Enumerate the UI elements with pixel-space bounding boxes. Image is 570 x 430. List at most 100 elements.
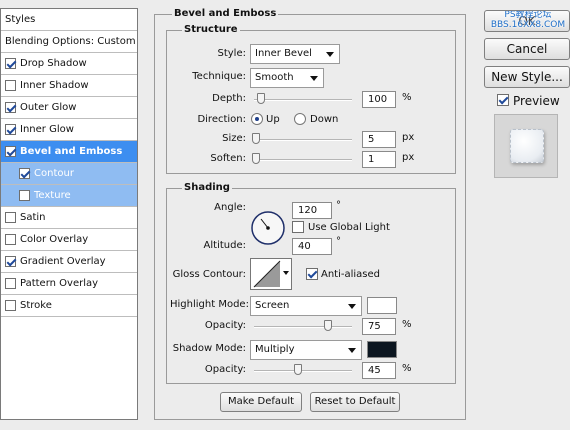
gloss-contour-picker[interactable] xyxy=(250,258,292,290)
highlight-mode-value: Screen xyxy=(255,300,290,311)
styles-item-outer-glow[interactable]: Outer Glow xyxy=(1,97,137,119)
altitude-unit: ° xyxy=(336,236,341,247)
styles-item-stroke-checkbox[interactable] xyxy=(5,300,16,311)
angle-unit: ° xyxy=(336,200,341,211)
soften-slider[interactable] xyxy=(251,153,352,164)
depth-slider[interactable] xyxy=(254,93,352,104)
styles-item-inner-shadow-label: Inner Shadow xyxy=(20,80,89,91)
chevron-down-icon xyxy=(348,304,356,309)
angle-dial[interactable] xyxy=(250,210,286,246)
style-preview-thumbnail xyxy=(494,114,558,178)
styles-item-satin-label: Satin xyxy=(20,212,46,223)
size-slider[interactable] xyxy=(251,133,352,144)
highlight-opacity-unit: % xyxy=(402,319,412,330)
styles-header-label: Styles xyxy=(5,14,36,25)
use-global-light-label: Use Global Light xyxy=(308,222,390,233)
angle-input[interactable]: 120 xyxy=(292,202,332,219)
styles-item-satin-checkbox[interactable] xyxy=(5,212,16,223)
styles-item-color-overlay[interactable]: Color Overlay xyxy=(1,229,137,251)
shadow-opacity-input[interactable]: 45 xyxy=(362,362,396,379)
chevron-down-icon xyxy=(326,52,334,57)
styles-item-texture-checkbox[interactable] xyxy=(19,190,30,201)
styles-item-pattern-overlay-label: Pattern Overlay xyxy=(20,278,99,289)
angle-label: Angle: xyxy=(214,202,246,213)
preview-swatch-shape xyxy=(510,129,544,163)
gloss-contour-label: Gloss Contour: xyxy=(172,269,246,280)
highlight-opacity-label: Opacity: xyxy=(204,320,246,331)
styles-item-outer-glow-label: Outer Glow xyxy=(20,102,77,113)
highlight-opacity-input[interactable]: 75 xyxy=(362,318,396,335)
technique-label: Technique: xyxy=(192,71,246,82)
watermark: PS教程论坛 BBS.16XX8.COM xyxy=(490,10,566,30)
styles-item-inner-glow[interactable]: Inner Glow xyxy=(1,119,137,141)
technique-select-value: Smooth xyxy=(255,72,294,83)
styles-item-contour[interactable]: Contour xyxy=(1,163,137,185)
styles-item-bevel-and-emboss[interactable]: Bevel and Emboss xyxy=(1,141,137,163)
styles-item-pattern-overlay-checkbox[interactable] xyxy=(5,278,16,289)
altitude-input[interactable]: 40 xyxy=(292,238,332,255)
style-label: Style: xyxy=(217,48,247,59)
shadow-opacity-label: Opacity: xyxy=(204,364,246,375)
reset-to-default-button[interactable]: Reset to Default xyxy=(310,392,400,412)
preview-label: Preview xyxy=(513,94,560,108)
styles-item-color-overlay-checkbox[interactable] xyxy=(5,234,16,245)
depth-label: Depth: xyxy=(212,93,246,104)
styles-item-drop-shadow-checkbox[interactable] xyxy=(5,58,16,69)
styles-list: Styles Blending Options: Custom Drop Shado… xyxy=(0,8,138,420)
styles-item-pattern-overlay[interactable]: Pattern Overlay xyxy=(1,273,137,295)
chevron-down-icon xyxy=(310,76,318,81)
styles-item-drop-shadow-label: Drop Shadow xyxy=(20,58,87,69)
preview-checkbox[interactable] xyxy=(497,94,509,106)
styles-item-contour-checkbox[interactable] xyxy=(19,168,30,179)
bevel-emboss-title: Bevel and Emboss xyxy=(172,8,279,19)
styles-item-texture-label: Texture xyxy=(34,190,71,201)
shadow-opacity-slider[interactable] xyxy=(254,364,352,375)
technique-select[interactable]: Smooth xyxy=(250,68,324,88)
styles-item-stroke[interactable]: Stroke xyxy=(1,295,137,317)
cancel-button[interactable]: Cancel xyxy=(484,38,570,60)
direction-down-radio[interactable] xyxy=(294,113,306,125)
styles-item-gradient-overlay-label: Gradient Overlay xyxy=(20,256,106,267)
highlight-mode-label: Highlight Mode: xyxy=(170,299,249,310)
soften-slider-thumb[interactable] xyxy=(251,153,260,164)
styles-item-inner-shadow-checkbox[interactable] xyxy=(5,80,16,91)
styles-item-satin[interactable]: Satin xyxy=(1,207,137,229)
shadow-mode-select[interactable]: Multiply xyxy=(250,340,362,360)
shadow-opacity-thumb[interactable] xyxy=(294,364,303,375)
styles-item-blending-options-custom-label: Blending Options: Custom xyxy=(5,36,136,47)
style-select[interactable]: Inner Bevel xyxy=(250,44,340,64)
styles-item-inner-shadow[interactable]: Inner Shadow xyxy=(1,75,137,97)
size-label: Size: xyxy=(222,133,246,144)
chevron-down-icon xyxy=(348,348,356,353)
styles-item-gradient-overlay[interactable]: Gradient Overlay xyxy=(1,251,137,273)
highlight-opacity-thumb[interactable] xyxy=(323,320,332,331)
shadow-mode-label: Shadow Mode: xyxy=(172,343,246,354)
styles-item-inner-glow-checkbox[interactable] xyxy=(5,124,16,135)
structure-title: Structure xyxy=(182,24,240,35)
chevron-down-icon xyxy=(283,271,289,275)
use-global-light-checkbox[interactable] xyxy=(292,221,304,233)
new-style-button[interactable]: New Style... xyxy=(484,66,570,88)
styles-item-drop-shadow[interactable]: Drop Shadow xyxy=(1,53,137,75)
depth-slider-thumb[interactable] xyxy=(256,93,265,104)
shadow-color-swatch[interactable] xyxy=(367,341,397,358)
direction-down-label: Down xyxy=(310,114,339,125)
styles-item-contour-label: Contour xyxy=(34,168,74,179)
highlight-opacity-slider[interactable] xyxy=(254,320,352,331)
soften-unit: px xyxy=(402,152,415,163)
ok-button[interactable]: OK PS教程论坛 BBS.16XX8.COM xyxy=(484,10,570,32)
highlight-mode-select[interactable]: Screen xyxy=(250,296,362,316)
soften-input[interactable]: 1 xyxy=(362,151,396,168)
styles-item-texture[interactable]: Texture xyxy=(1,185,137,207)
styles-item-blending-options-custom[interactable]: Blending Options: Custom xyxy=(1,31,137,53)
anti-aliased-checkbox[interactable] xyxy=(306,268,318,280)
depth-input[interactable]: 100 xyxy=(362,91,396,108)
size-slider-thumb[interactable] xyxy=(251,133,260,144)
highlight-color-swatch[interactable] xyxy=(367,297,397,314)
size-input[interactable]: 5 xyxy=(362,131,396,148)
direction-up-radio[interactable] xyxy=(251,113,263,125)
styles-item-bevel-and-emboss-checkbox[interactable] xyxy=(5,146,16,157)
styles-item-outer-glow-checkbox[interactable] xyxy=(5,102,16,113)
make-default-button[interactable]: Make Default xyxy=(220,392,302,412)
styles-item-gradient-overlay-checkbox[interactable] xyxy=(5,256,16,267)
